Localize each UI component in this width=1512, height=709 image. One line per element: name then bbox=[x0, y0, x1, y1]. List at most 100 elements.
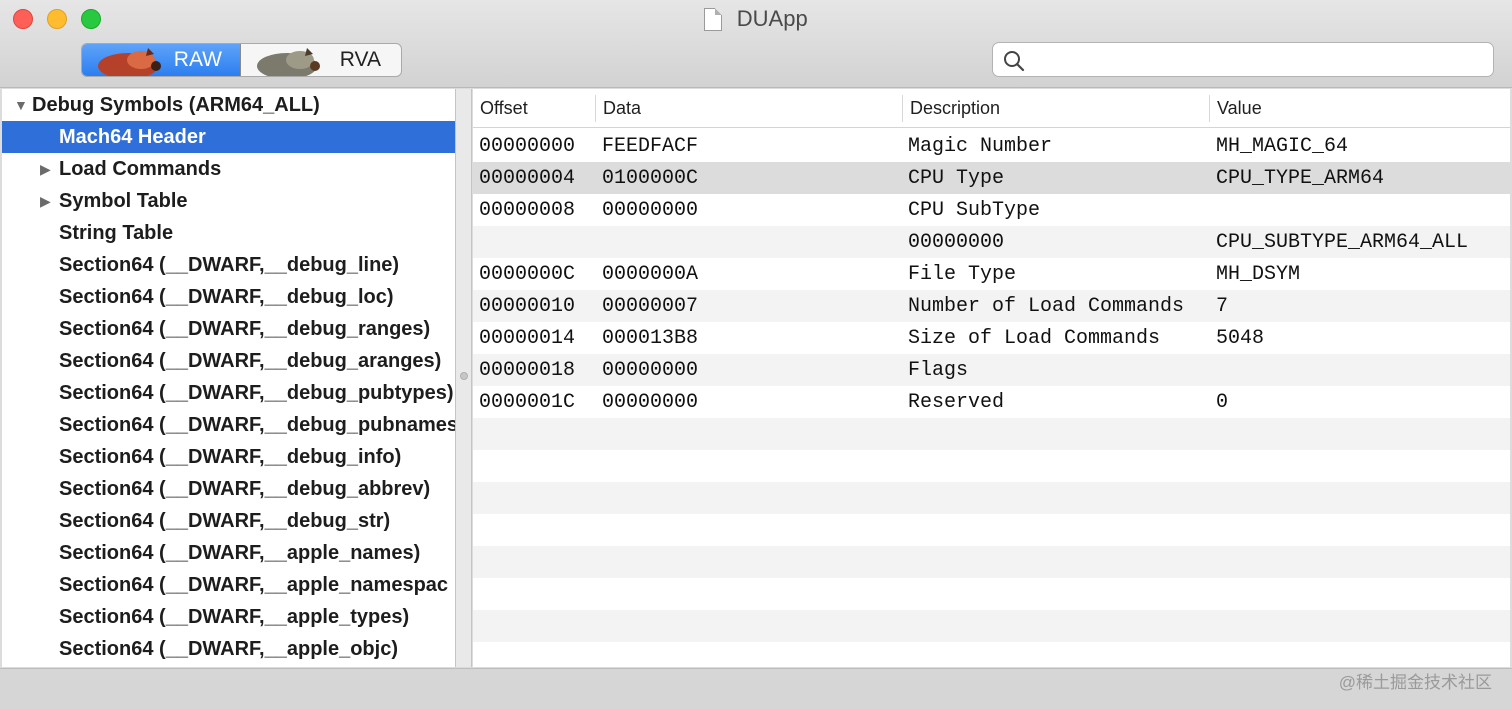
cell-description: Reserved bbox=[908, 391, 1005, 414]
cell-description: Size of Load Commands bbox=[908, 327, 1161, 350]
document-icon bbox=[704, 7, 723, 31]
window-title: DUApp bbox=[736, 6, 808, 31]
outline-item[interactable]: Section64 (__DWARF,__debug_ranges) bbox=[2, 313, 455, 345]
table-row[interactable]: 00000000 FEEDFACF Magic Number MH_MAGIC_64 bbox=[473, 130, 1510, 162]
bottom-bar bbox=[0, 668, 1512, 709]
structure-outline[interactable]: ▼ Debug Symbols (ARM64_ALL) Mach64 Header ▶… bbox=[2, 89, 455, 667]
outline-item[interactable]: Section64 (__DWARF,__debug_line) bbox=[2, 249, 455, 281]
outline-item-label: Section64 (__DWARF,__debug_line) bbox=[59, 254, 400, 276]
outline-item-label: Section64 (__DWARF,__apple_types) bbox=[59, 606, 410, 628]
outline-item-label: Section64 (__DWARF,__apple_objc) bbox=[59, 638, 398, 660]
search-field[interactable] bbox=[992, 42, 1494, 77]
watermark-text: @稀土掘金技术社区 bbox=[1338, 673, 1492, 692]
cell-offset: 00000000 bbox=[479, 135, 576, 158]
table-row[interactable]: 00000000 CPU_SUBTYPE_ARM64_ALL bbox=[473, 226, 1510, 258]
empty-table-row bbox=[473, 482, 1510, 514]
outline-item[interactable]: Section64 (__DWARF,__apple_objc) bbox=[2, 633, 455, 665]
disclosure-collapsed-icon[interactable]: ▶ bbox=[40, 185, 51, 217]
split-view-divider[interactable] bbox=[455, 89, 472, 667]
outline-item[interactable]: Section64 (__DWARF,__debug_info) bbox=[2, 441, 455, 473]
empty-table-row bbox=[473, 610, 1510, 642]
outline-item-label: Symbol Table bbox=[59, 190, 188, 212]
outline-item-label: Section64 (__DWARF,__debug_aranges) bbox=[59, 350, 442, 372]
disclosure-expanded-icon[interactable]: ▼ bbox=[14, 89, 28, 121]
cell-description: File Type bbox=[908, 263, 1017, 286]
outline-item-label: Mach64 Header bbox=[59, 126, 206, 148]
outline-item-label: Load Commands bbox=[59, 158, 222, 180]
cell-description: Number of Load Commands bbox=[908, 295, 1185, 318]
cell-offset: 0000000C bbox=[479, 263, 576, 286]
app-window: DUApp RAW RVA ▼ Debug Symbols (ARM64_ALL… bbox=[0, 0, 1512, 709]
search-input[interactable] bbox=[1033, 47, 1483, 73]
cell-data: 00000007 bbox=[602, 295, 699, 318]
header-detail-table[interactable]: Offset Data Description Value 00000000 FE… bbox=[473, 89, 1510, 667]
cell-description: CPU Type bbox=[908, 167, 1005, 190]
table-row[interactable]: 0000001C 00000000 Reserved 0 bbox=[473, 386, 1510, 418]
outline-item-label: Debug Symbols (ARM64_ALL) bbox=[32, 94, 320, 116]
outline-item[interactable]: Section64 (__DWARF,__debug_loc) bbox=[2, 281, 455, 313]
table-row[interactable]: 00000008 00000000 CPU SubType bbox=[473, 194, 1510, 226]
outline-item-label: Section64 (__DWARF,__apple_namespac bbox=[59, 574, 449, 596]
table-row[interactable]: 00000014 000013B8 Size of Load Commands 504… bbox=[473, 322, 1510, 354]
cell-offset: 00000008 bbox=[479, 199, 576, 222]
outline-item-label: Section64 (__DWARF,__apple_names) bbox=[59, 542, 421, 564]
cell-offset: 00000004 bbox=[479, 167, 576, 190]
outline-item-label: String Table bbox=[59, 222, 174, 244]
table-row[interactable]: 00000018 00000000 Flags bbox=[473, 354, 1510, 386]
empty-table-row bbox=[473, 546, 1510, 578]
empty-table-row bbox=[473, 514, 1510, 546]
outline-item-label: Section64 (__DWARF,__debug_ranges) bbox=[59, 318, 431, 340]
cell-data: 000013B8 bbox=[602, 327, 699, 350]
cell-offset: 0000001C bbox=[479, 391, 576, 414]
cell-data: 0100000C bbox=[602, 167, 699, 190]
table-row[interactable]: 0000000C 0000000A File Type MH_DSYM bbox=[473, 258, 1510, 290]
empty-table-row bbox=[473, 450, 1510, 482]
cell-offset: 00000014 bbox=[479, 327, 576, 350]
raw-mode-icon bbox=[98, 48, 161, 76]
table-row[interactable]: 00000010 00000007 Number of Load Commands 7 bbox=[473, 290, 1510, 322]
cell-data: 0000000A bbox=[602, 263, 699, 286]
cell-value: CPU_TYPE_ARM64 bbox=[1216, 167, 1385, 190]
outline-item-label: Section64 (__DWARF,__debug_info) bbox=[59, 446, 402, 468]
outline-item[interactable]: Section64 (__DWARF,__apple_types) bbox=[2, 601, 455, 633]
outline-item-label: Section64 (__DWARF,__debug_pubtypes) bbox=[59, 382, 454, 404]
outline-item[interactable]: Section64 (__DWARF,__debug_abbrev) bbox=[2, 473, 455, 505]
cell-value: 5048 bbox=[1216, 327, 1265, 350]
outline-item-label: Section64 (__DWARF,__debug_pubnames) bbox=[59, 414, 455, 436]
outline-item[interactable]: ▶ Symbol Table bbox=[2, 185, 455, 217]
cell-value: 0 bbox=[1216, 391, 1229, 414]
outline-item[interactable]: Section64 (__DWARF,__debug_pubnames) bbox=[2, 409, 455, 441]
cell-data: 00000000 bbox=[602, 391, 699, 414]
outline-item[interactable]: Mach64 Header bbox=[2, 121, 455, 153]
window-title-area: DUApp bbox=[0, 5, 1512, 33]
outline-item[interactable]: Section64 (__DWARF,__apple_names) bbox=[2, 537, 455, 569]
cell-description: 00000000 bbox=[908, 231, 1005, 254]
column-header-description[interactable]: Description bbox=[903, 89, 1209, 128]
outline-item[interactable]: Section64 (__DWARF,__debug_pubtypes) bbox=[2, 377, 455, 409]
rva-mode-button[interactable]: RVA bbox=[241, 44, 401, 76]
outline-item-label: Section64 (__DWARF,__debug_str) bbox=[59, 510, 391, 532]
rva-mode-icon bbox=[257, 48, 320, 76]
divider-grip[interactable] bbox=[460, 372, 468, 380]
outline-item[interactable]: String Table bbox=[2, 217, 455, 249]
table-row[interactable]: 00000004 0100000C CPU Type CPU_TYPE_ARM64 bbox=[473, 162, 1510, 194]
disclosure-collapsed-icon[interactable]: ▶ bbox=[40, 153, 51, 185]
column-header-offset[interactable]: Offset bbox=[473, 89, 595, 128]
empty-table-row bbox=[473, 578, 1510, 610]
title-bar: DUApp RAW RVA bbox=[0, 0, 1512, 88]
search-icon bbox=[1004, 51, 1025, 72]
raw-mode-button[interactable]: RAW bbox=[82, 44, 241, 76]
cell-offset: 00000010 bbox=[479, 295, 576, 318]
column-header-data[interactable]: Data bbox=[596, 89, 902, 128]
outline-item-label: Section64 (__DWARF,__debug_abbrev) bbox=[59, 478, 431, 500]
column-header-value[interactable]: Value bbox=[1210, 89, 1510, 128]
raw-mode-label: RAW bbox=[173, 48, 222, 71]
view-mode-segmented-control[interactable]: RAW RVA bbox=[81, 43, 402, 77]
outline-item[interactable]: Section64 (__DWARF,__debug_aranges) bbox=[2, 345, 455, 377]
outline-item[interactable]: Section64 (__DWARF,__apple_namespac bbox=[2, 569, 455, 601]
outline-item-label: Section64 (__DWARF,__debug_loc) bbox=[59, 286, 394, 308]
cell-description: Flags bbox=[908, 359, 969, 382]
outline-item[interactable]: ▼ Debug Symbols (ARM64_ALL) bbox=[2, 89, 455, 121]
outline-item[interactable]: ▶ Load Commands bbox=[2, 153, 455, 185]
outline-item[interactable]: Section64 (__DWARF,__debug_str) bbox=[2, 505, 455, 537]
